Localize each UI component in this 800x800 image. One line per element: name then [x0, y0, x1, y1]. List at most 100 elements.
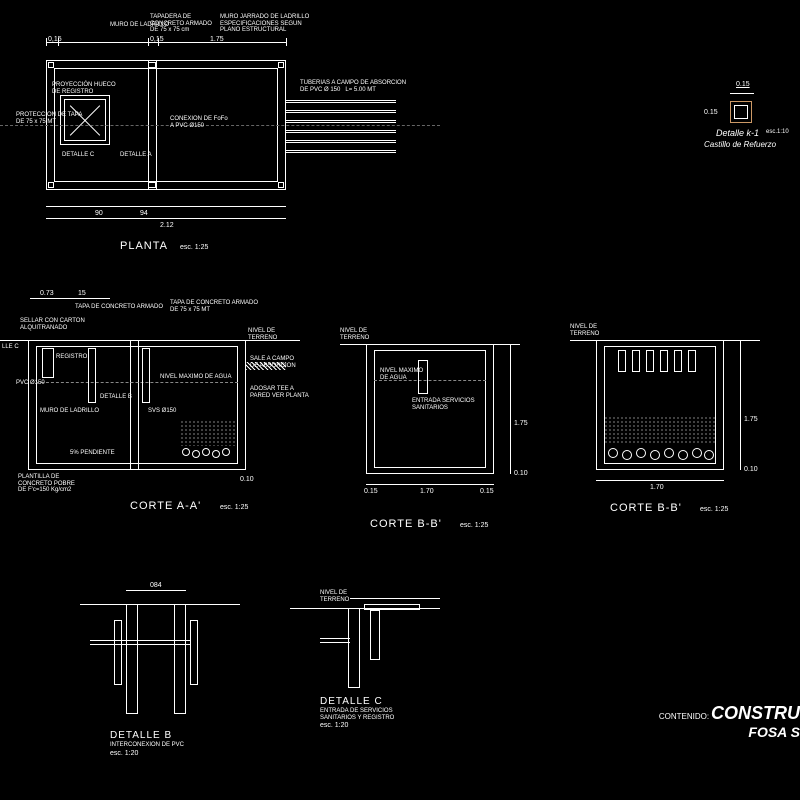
dim: 1.75 [514, 420, 528, 427]
dim-line [366, 484, 494, 485]
detalle-c-sub: ENTRADA DE SERVICIOS SANITARIOS Y REGIST… [320, 708, 394, 721]
note-entrada: ENTRADA SERVICIOS SANITARIOS [412, 398, 475, 411]
gravel [180, 420, 236, 464]
tick [286, 38, 287, 46]
registro [42, 348, 54, 378]
tee-l [114, 620, 122, 685]
pipe-thru [122, 640, 190, 641]
note-nivel: NIVEL DE TERRENO [320, 590, 349, 603]
pipe [286, 100, 396, 101]
note-tap: TAPADERA DE CONCRETO ARMADO DE 75 x 75 c… [150, 14, 212, 34]
dim-line [46, 218, 286, 219]
note-detA: DETALLE A [120, 152, 152, 159]
title-block: CONTENIDO: CONSTRU FOSA S [659, 703, 800, 740]
corner [278, 62, 284, 68]
note-detC: DETALLE C [62, 152, 94, 159]
dim-line-v [510, 344, 511, 474]
corner [48, 182, 54, 188]
tick [46, 38, 47, 46]
dim: 0.10 [240, 476, 254, 483]
tb-main: CONSTRU [711, 703, 800, 723]
dim: 94 [140, 210, 148, 217]
tee-r [190, 620, 198, 685]
note-tub: TUBERIAS A CAMPO DE ABSORCION DE PVC Ø 1… [300, 80, 406, 93]
side-label: LLE C [2, 344, 19, 351]
note-adosar: ADOSAR TEE A PARED VER PLANTA [250, 386, 309, 399]
corte-b1-title: CORTE B-B' [370, 518, 442, 530]
pipe [286, 130, 396, 131]
wall-r [174, 604, 186, 714]
corte-a-view: LLE C 0.73 15 TAPA DE CONCRETO ARMADO TA… [0, 300, 330, 530]
castillo-inner [734, 105, 748, 119]
dim: 1.75 [744, 416, 758, 423]
pipe-out [646, 350, 654, 372]
registro [370, 610, 380, 660]
detalle-b-view: 084 DETALLE B INTERCONEXION DE PVC esc. … [80, 590, 260, 770]
k1-label: Detalle k-1 [716, 129, 759, 139]
pipe [286, 150, 396, 151]
note-pend: 5% PENDIENTE [70, 450, 115, 457]
wall-l [126, 604, 138, 714]
tick [58, 38, 59, 46]
pipe [286, 120, 396, 121]
divider [130, 340, 131, 470]
tick [158, 38, 159, 46]
dim-line [30, 298, 110, 299]
note-tapa: TAPA DE CONCRETO ARMADO [75, 304, 163, 311]
dim: 1.70 [420, 488, 434, 495]
corner [278, 182, 284, 188]
dim: 0.15 [704, 109, 718, 116]
note-muro-jar: MURO JARRADO DE LADRILLO ESPECIFICACIONE… [220, 14, 309, 34]
dim-line [46, 206, 286, 207]
dim: 0.10 [514, 470, 528, 477]
note-plantilla: PLANTILLA DE CONCRETO POBRE DE F'c=150 K… [18, 474, 75, 494]
corte-a-title: CORTE A-A' [130, 500, 201, 512]
pipe-out [618, 350, 626, 372]
pipe [286, 140, 396, 141]
pipe [90, 640, 126, 641]
note-prot: PROTECCION DE TAPA DE 75 x 75 MT [16, 112, 82, 125]
pipe [320, 638, 350, 639]
pipe [320, 642, 350, 643]
dim-line [596, 480, 724, 481]
corte-b2-title: CORTE B-B' [610, 502, 682, 514]
dim-line [46, 42, 286, 43]
planta-view: 0,15 0,15 1.75 MURO DE LADRILLO TAPADERA… [20, 60, 420, 260]
dim: 2.12 [160, 222, 174, 229]
divider [138, 340, 139, 470]
note-detB: DETALLE B [100, 394, 132, 401]
dim-line [730, 93, 754, 94]
water-level [36, 382, 238, 383]
pipe-out [632, 350, 640, 372]
pipe-thru [122, 644, 190, 645]
dim-line-v [740, 340, 741, 470]
dim: 1.70 [650, 484, 664, 491]
dim: 0.15 [480, 488, 494, 495]
k1-scale: esc.1:10 [766, 129, 789, 136]
tee2 [142, 348, 150, 403]
planta-scale: esc. 1:25 [180, 244, 208, 251]
pipe-out [674, 350, 682, 372]
note-registro: REGISTRO [56, 354, 87, 361]
note-nivel-agua: NIVEL MAXIMO DE AGUA [160, 374, 231, 381]
corte-b2-scale: esc. 1:25 [700, 506, 728, 513]
pipe [90, 644, 126, 645]
note-tapa2: TAPA DE CONCRETO ARMADO DE 75 x 75 MT [170, 300, 258, 313]
outlet [246, 362, 286, 370]
note-muro: MURO DE LADRILLO [40, 408, 99, 415]
detalle-b-sub: INTERCONEXION DE PVC [110, 742, 184, 749]
corte-b2-view: NIVEL DE TERRENO 1.70 1.75 0.10 CORTE B-… [570, 316, 780, 546]
detalle-c-view: NIVEL DE TERRENO DETALLE C ENTRADA DE SE… [290, 590, 470, 770]
corner [148, 182, 156, 188]
detalle-c-title: DETALLE C [320, 696, 383, 707]
dim-line [126, 590, 186, 591]
planta-title: PLANTA [120, 240, 168, 252]
tee [88, 348, 96, 403]
ground [80, 604, 240, 605]
note-conex: CONEXION DE FoFo A PVC Ø150 [170, 116, 228, 129]
tick [148, 38, 149, 46]
corner [148, 62, 156, 68]
pipe-out [660, 350, 668, 372]
corner [48, 62, 54, 68]
tb-sub: FOSA S [748, 724, 800, 740]
